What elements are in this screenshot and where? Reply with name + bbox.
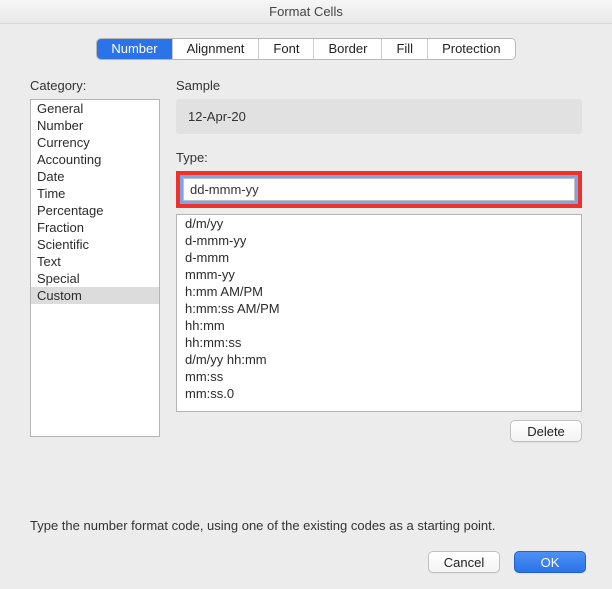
category-item[interactable]: Time — [31, 185, 159, 202]
tab-alignment[interactable]: Alignment — [173, 39, 260, 59]
category-item[interactable]: Number — [31, 117, 159, 134]
cancel-button[interactable]: Cancel — [428, 551, 500, 573]
format-item[interactable]: d/m/yy hh:mm — [177, 351, 581, 368]
format-item[interactable]: mm:ss — [177, 368, 581, 385]
detail-column: Sample 12-Apr-20 Type: d/m/yyd-mmm-yyd-m… — [176, 78, 582, 589]
format-cells-dialog: Format Cells NumberAlignmentFontBorderFi… — [0, 0, 612, 589]
format-listbox[interactable]: d/m/yyd-mmm-yyd-mmmmmm-yyh:mm AM/PMh:mm:… — [176, 214, 582, 412]
type-label: Type: — [176, 150, 582, 165]
category-item[interactable]: Scientific — [31, 236, 159, 253]
category-item[interactable]: Text — [31, 253, 159, 270]
format-item[interactable]: hh:mm:ss — [177, 334, 581, 351]
tab-number[interactable]: Number — [97, 39, 172, 59]
category-item[interactable]: Currency — [31, 134, 159, 151]
format-item[interactable]: d-mmm-yy — [177, 232, 581, 249]
sample-value: 12-Apr-20 — [176, 99, 582, 134]
dialog-body: Category: GeneralNumberCurrencyAccountin… — [0, 60, 612, 589]
dialog-title: Format Cells — [0, 0, 612, 24]
delete-row: Delete — [176, 420, 582, 442]
format-item[interactable]: h:mm AM/PM — [177, 283, 581, 300]
category-listbox[interactable]: GeneralNumberCurrencyAccountingDateTimeP… — [30, 99, 160, 437]
category-item[interactable]: Custom — [31, 287, 159, 304]
category-label: Category: — [30, 78, 160, 93]
ok-button[interactable]: OK — [514, 551, 586, 573]
dialog-footer: Cancel OK — [428, 551, 586, 573]
format-item[interactable]: h:mm:ss AM/PM — [177, 300, 581, 317]
tab-border[interactable]: Border — [314, 39, 382, 59]
tab-fill[interactable]: Fill — [382, 39, 428, 59]
tab-protection[interactable]: Protection — [428, 39, 515, 59]
category-column: Category: GeneralNumberCurrencyAccountin… — [30, 78, 160, 589]
category-item[interactable]: Percentage — [31, 202, 159, 219]
hint-text: Type the number format code, using one o… — [30, 518, 495, 533]
category-item[interactable]: General — [31, 100, 159, 117]
category-item[interactable]: Date — [31, 168, 159, 185]
category-item[interactable]: Special — [31, 270, 159, 287]
type-input[interactable] — [183, 178, 575, 201]
format-item[interactable]: mmm-yy — [177, 266, 581, 283]
tab-bar: NumberAlignmentFontBorderFillProtection — [96, 38, 515, 60]
delete-button[interactable]: Delete — [510, 420, 582, 442]
sample-label: Sample — [176, 78, 582, 93]
tab-font[interactable]: Font — [259, 39, 314, 59]
type-input-highlight — [176, 171, 582, 208]
format-item[interactable]: hh:mm — [177, 317, 581, 334]
format-item[interactable]: mm:ss.0 — [177, 385, 581, 402]
category-item[interactable]: Fraction — [31, 219, 159, 236]
format-item[interactable]: d-mmm — [177, 249, 581, 266]
format-item[interactable]: d/m/yy — [177, 215, 581, 232]
category-item[interactable]: Accounting — [31, 151, 159, 168]
